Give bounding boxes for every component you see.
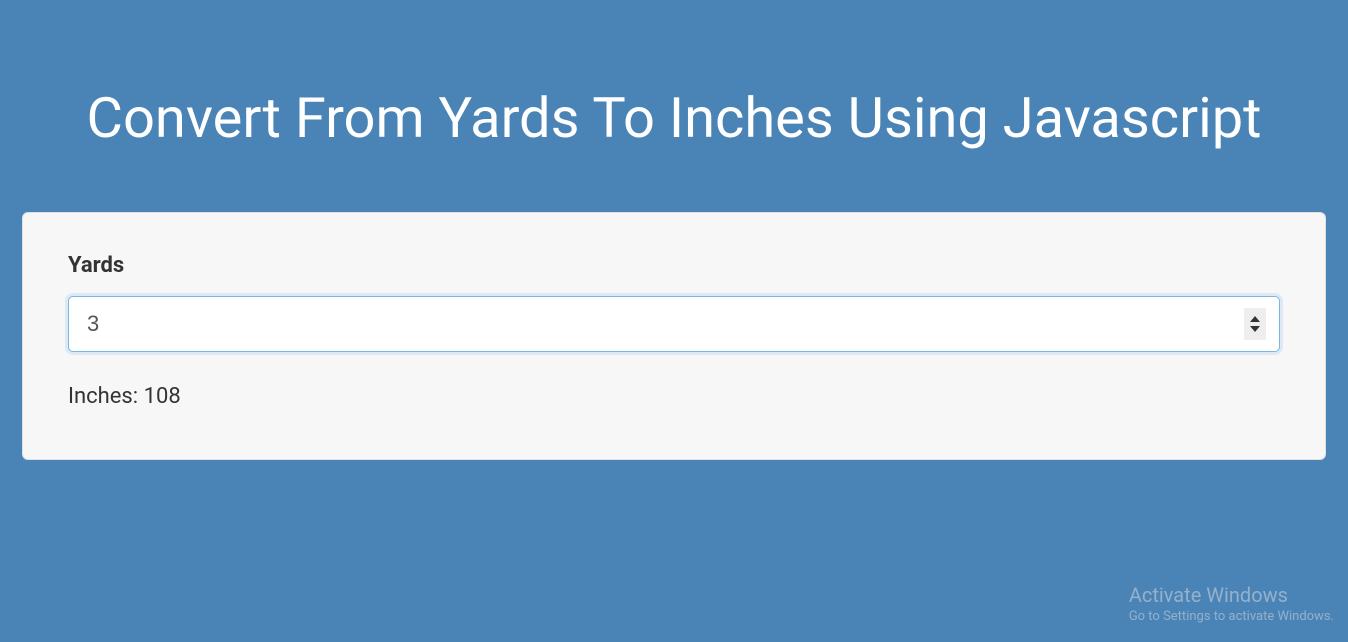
number-spinner[interactable]	[1244, 308, 1266, 340]
yards-label: Yards	[68, 253, 1280, 278]
windows-watermark: Activate Windows Go to Settings to activ…	[1129, 583, 1334, 624]
watermark-subtitle: Go to Settings to activate Windows.	[1129, 609, 1334, 624]
chevron-down-icon	[1250, 326, 1260, 332]
result-label: Inches:	[68, 384, 138, 409]
result-value: 108	[144, 384, 181, 409]
page-title: Convert From Yards To Inches Using Javas…	[0, 0, 1348, 192]
watermark-title: Activate Windows	[1129, 583, 1334, 607]
converter-card: Yards Inches: 108	[22, 212, 1326, 460]
chevron-up-icon	[1250, 316, 1260, 322]
result-text: Inches: 108	[68, 384, 1280, 409]
yards-input[interactable]	[68, 296, 1280, 352]
input-wrapper	[68, 296, 1280, 352]
